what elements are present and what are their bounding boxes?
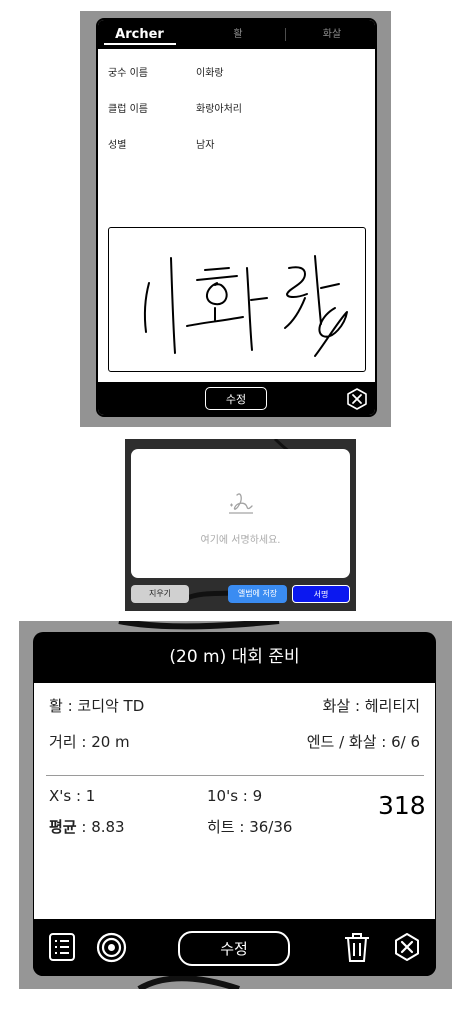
distance-info: 거리 : 20 m xyxy=(49,733,130,751)
list-icon[interactable] xyxy=(48,932,76,962)
tab-arrow[interactable]: 화살 xyxy=(288,20,375,49)
tab-bar: Archer 활 화살 xyxy=(98,20,375,49)
save-to-album-button[interactable]: 앨범에 저장 xyxy=(228,585,287,603)
signature-pad-frame: 여기에 서명하세요. 지우기 앨범에 저장 서명 xyxy=(125,439,356,611)
close-icon[interactable] xyxy=(393,932,421,962)
gender-label: 성별 xyxy=(108,140,127,151)
xs-count: X's : 1 xyxy=(49,787,96,805)
tens-count: 10's : 9 xyxy=(207,787,263,805)
hits-count: 히트 : 36/36 xyxy=(207,818,293,836)
average-value: : 8.83 xyxy=(76,818,125,836)
archer-name-value[interactable]: 이화랑 xyxy=(196,64,224,79)
handwritten-signature xyxy=(144,255,348,357)
average-info: 평균 : 8.83 xyxy=(49,816,125,837)
club-name-label: 클럽 이름 xyxy=(108,104,148,115)
profile-footer: 수정 xyxy=(98,382,375,415)
edit-button-large[interactable]: 수정 xyxy=(178,931,290,966)
signature-hint: 여기에 서명하세요. xyxy=(200,535,281,546)
ends-info: 엔드 / 화살 : 6/ 6 xyxy=(306,733,420,751)
total-score: 318 xyxy=(378,791,426,820)
signature-box[interactable] xyxy=(108,227,366,372)
clear-button[interactable]: 지우기 xyxy=(131,585,189,603)
trash-icon[interactable] xyxy=(342,931,372,963)
gender-value[interactable]: 남자 xyxy=(196,136,214,151)
bow-info: 활 : 코디악 TD xyxy=(49,697,145,715)
tab-divider xyxy=(285,28,286,41)
sign-button[interactable]: 서명 xyxy=(292,585,350,603)
competition-footer: 수정 xyxy=(33,919,436,976)
close-icon[interactable] xyxy=(346,387,368,411)
competition-title: (20 m) 대회 준비 xyxy=(169,647,300,667)
edit-button[interactable]: 수정 xyxy=(205,387,267,410)
average-label: 평균 xyxy=(49,818,77,836)
club-name-value[interactable]: 화랑아처리 xyxy=(196,100,242,115)
signature-icon xyxy=(229,493,253,514)
signature-pad[interactable]: 여기에 서명하세요. xyxy=(131,449,350,578)
arrow-info: 화살 : 헤리티지 xyxy=(322,697,420,715)
archer-profile-card: Archer 활 화살 궁수 이름 이화랑 클럽 이름 화랑아처리 성별 남자 xyxy=(96,18,377,417)
competition-frame: (20 m) 대회 준비 활 : 코디악 TD 화살 : 헤리티지 거리 : 2… xyxy=(19,621,452,989)
competition-summary: 활 : 코디악 TD 화살 : 헤리티지 거리 : 20 m 엔드 / 화살 :… xyxy=(34,683,435,919)
archer-name-row: 궁수 이름 이화랑 xyxy=(108,64,368,80)
archer-name-label: 궁수 이름 xyxy=(108,68,148,79)
divider xyxy=(46,775,424,776)
target-icon[interactable] xyxy=(96,932,127,963)
gender-row: 성별 남자 xyxy=(108,136,368,152)
active-tab-indicator xyxy=(104,43,176,45)
tab-bow[interactable]: 활 xyxy=(198,20,278,49)
club-name-row: 클럽 이름 화랑아처리 xyxy=(108,100,368,116)
competition-card: (20 m) 대회 준비 활 : 코디악 TD 화살 : 헤리티지 거리 : 2… xyxy=(33,632,436,976)
